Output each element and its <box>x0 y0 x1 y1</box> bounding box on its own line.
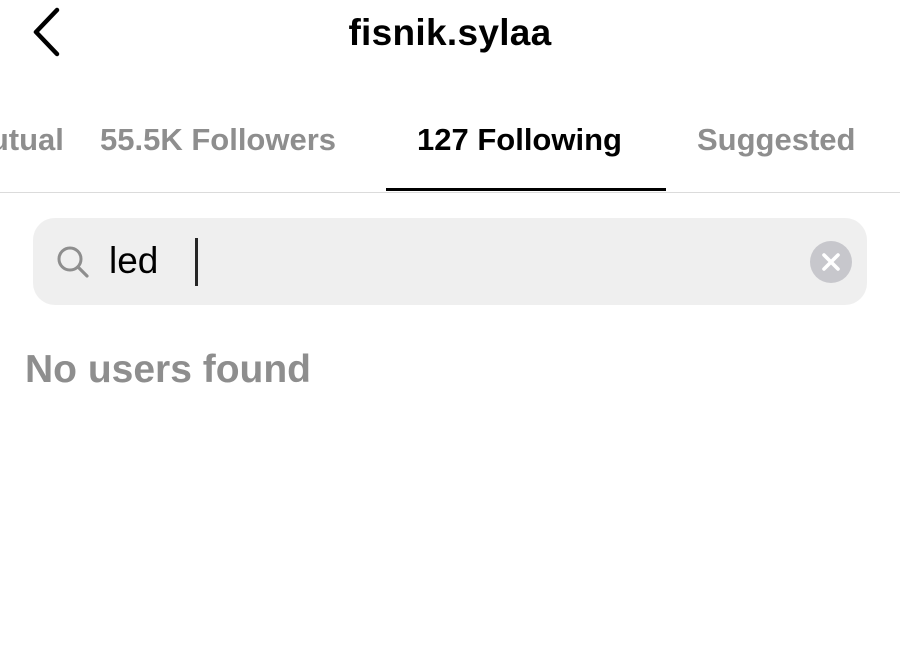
search-input[interactable] <box>109 236 769 286</box>
search-bar[interactable] <box>33 218 867 305</box>
text-cursor <box>195 238 198 286</box>
empty-results-message: No users found <box>25 348 312 391</box>
active-tab-indicator <box>386 188 666 191</box>
search-icon <box>57 246 89 278</box>
tab-followers[interactable]: 55.5K Followers <box>100 122 336 158</box>
page-title: fisnik.sylaa <box>348 12 552 53</box>
clear-icon <box>822 253 840 271</box>
tab-mutual[interactable]: Mutual <box>0 122 64 158</box>
header: fisnik.sylaa <box>0 0 900 76</box>
tab-suggested[interactable]: Suggested <box>697 122 855 158</box>
tab-bar: Mutual 55.5K Followers 127 Following Sug… <box>0 100 900 193</box>
clear-search-button[interactable] <box>810 241 852 283</box>
following-screen: fisnik.sylaa Mutual 55.5K Followers 127 … <box>0 0 900 652</box>
tab-following[interactable]: 127 Following <box>417 122 622 158</box>
